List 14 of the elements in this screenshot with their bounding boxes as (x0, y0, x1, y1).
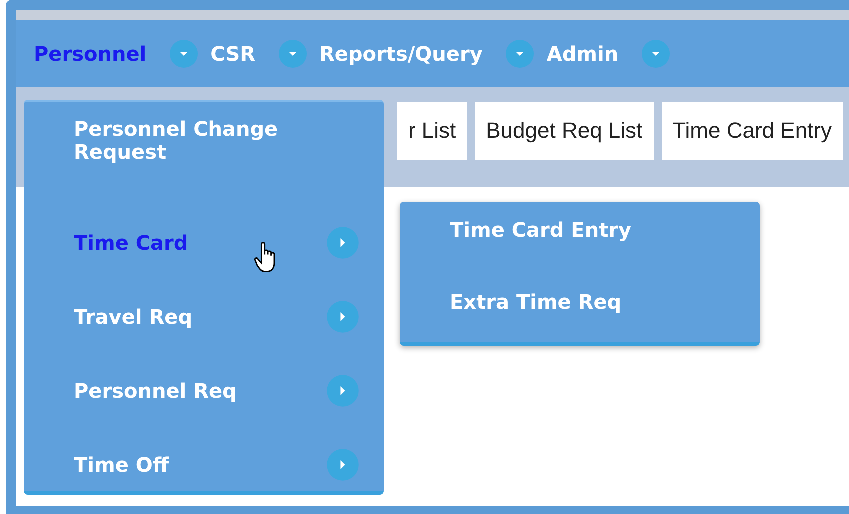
menu-item[interactable]: Time Card (74, 232, 314, 254)
tab[interactable]: r List (397, 102, 468, 160)
submenu-item[interactable]: Extra Time Req (450, 290, 622, 314)
menu-item[interactable]: Time Off (74, 454, 314, 476)
menu-item[interactable]: Personnel Change Request (74, 118, 314, 164)
menu-item[interactable]: Reports/Query (320, 42, 483, 66)
menu-item[interactable]: Travel Req (74, 306, 314, 328)
tab[interactable]: Time Card Entry (662, 102, 843, 160)
tab[interactable]: Budget Req List (475, 102, 654, 160)
menu-item[interactable]: CSR (210, 42, 256, 66)
submenu-item[interactable]: Time Card Entry (450, 218, 632, 242)
menu-item[interactable]: Personnel (34, 42, 147, 66)
menu-item[interactable]: Personnel Req (74, 380, 314, 402)
menu-item[interactable]: Admin (546, 42, 619, 66)
